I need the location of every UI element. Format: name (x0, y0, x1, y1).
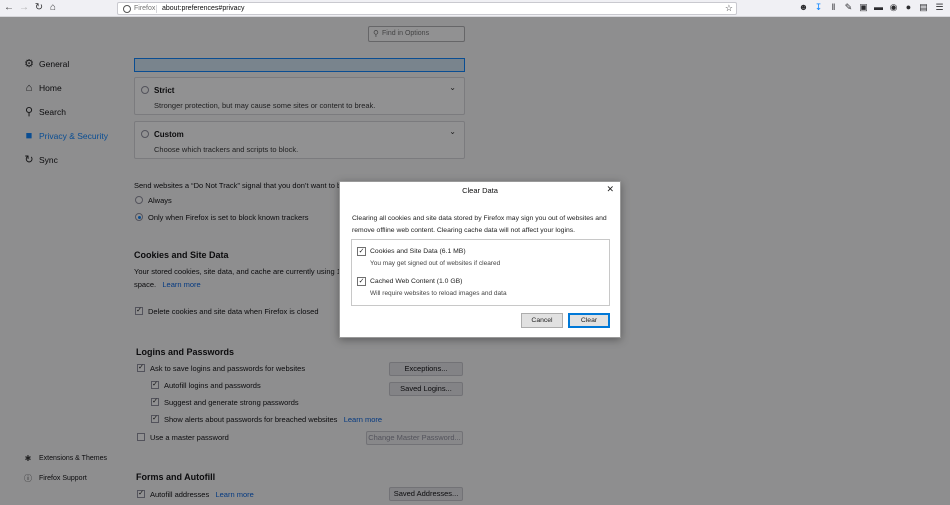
cached-content-label[interactable]: Cached Web Content (1.0 GB) (370, 278, 462, 285)
cached-content-checkbox[interactable]: ✓ (357, 277, 366, 286)
download-icon[interactable]: ↧ (813, 2, 824, 13)
reload-icon[interactable]: ↻ (33, 2, 45, 14)
clear-button[interactable]: Clear (568, 313, 610, 328)
firefox-icon (123, 5, 131, 13)
browser-toolbar: ← → ↻ ⌂ Firefox about:preferences#privac… (0, 0, 950, 17)
extension-icon-3[interactable]: ● (903, 2, 914, 13)
url-separator (156, 5, 157, 13)
identity-label: Firefox (134, 5, 156, 12)
clear-options-list: ✓ Cookies and Site Data (6.1 MB) You may… (351, 239, 610, 306)
dialog-intro-text: Clearing all cookies and site data store… (352, 215, 607, 234)
cached-content-hint: Will require websites to reload images a… (370, 290, 507, 297)
extension-icon-1[interactable]: ▬ (873, 2, 884, 13)
close-icon[interactable]: ✕ (606, 184, 614, 195)
dialog-title: Clear Data (462, 186, 498, 195)
cookies-site-data-checkbox[interactable]: ✓ (357, 247, 366, 256)
account-icon[interactable]: ☻ (798, 2, 809, 13)
extension-icon-4[interactable]: ▤ (918, 2, 929, 13)
extension-icon-2[interactable]: ◉ (888, 2, 899, 13)
home-toolbar-icon[interactable]: ⌂ (47, 2, 59, 14)
cookies-site-data-label[interactable]: Cookies and Site Data (6.1 MB) (370, 248, 466, 255)
cancel-button[interactable]: Cancel (521, 313, 563, 328)
screenshot-icon[interactable]: ✎ (843, 2, 854, 13)
clear-data-dialog: Clear Data ✕ Clearing all cookies and si… (339, 181, 621, 338)
library-icon[interactable]: ‖ (828, 2, 839, 13)
back-icon[interactable]: ← (3, 2, 15, 14)
menu-icon[interactable]: ☰ (934, 2, 945, 13)
sidebar-toggle-icon[interactable]: ▣ (858, 2, 869, 13)
url-text[interactable]: about:preferences#privacy (162, 5, 245, 12)
cookies-site-data-hint: You may get signed out of websites if cl… (370, 260, 501, 267)
url-bar[interactable]: Firefox about:preferences#privacy ☆ (117, 2, 737, 15)
bookmark-star-icon[interactable]: ☆ (725, 3, 733, 14)
forward-icon[interactable]: → (18, 2, 30, 14)
